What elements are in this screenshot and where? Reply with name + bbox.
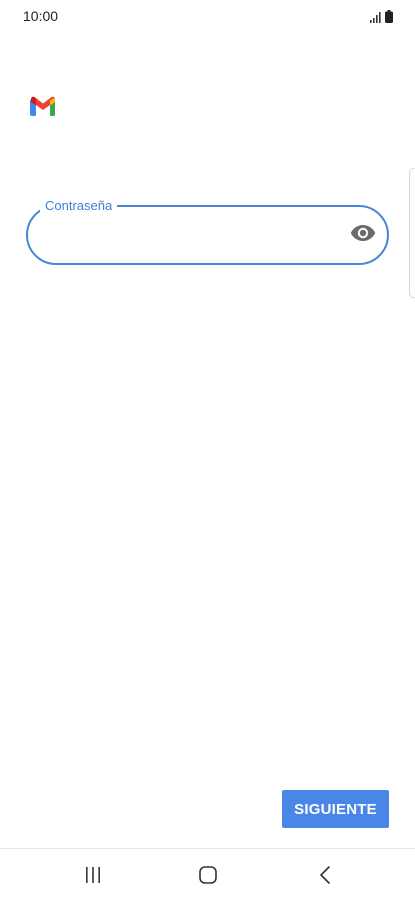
- recents-icon[interactable]: [78, 863, 108, 887]
- back-icon[interactable]: [310, 863, 340, 887]
- password-field[interactable]: Contraseña: [26, 198, 389, 265]
- status-icons: [370, 9, 393, 23]
- next-button[interactable]: SIGUIENTE: [282, 790, 389, 828]
- home-icon[interactable]: [193, 863, 223, 887]
- nav-bar: [0, 849, 415, 900]
- show-password-button[interactable]: [349, 223, 377, 247]
- edge-panel-handle[interactable]: [409, 168, 415, 298]
- password-label: Contraseña: [40, 198, 118, 213]
- status-bar: 10:00: [0, 0, 415, 32]
- status-time: 10:00: [23, 8, 59, 24]
- signal-icon: [370, 12, 382, 23]
- screen: 10:00 Contraseña SIGUIENTE: [0, 0, 415, 900]
- eye-icon: [350, 224, 376, 247]
- password-input[interactable]: [48, 217, 338, 253]
- battery-icon: [385, 10, 393, 23]
- gmail-logo-icon: [30, 96, 56, 116]
